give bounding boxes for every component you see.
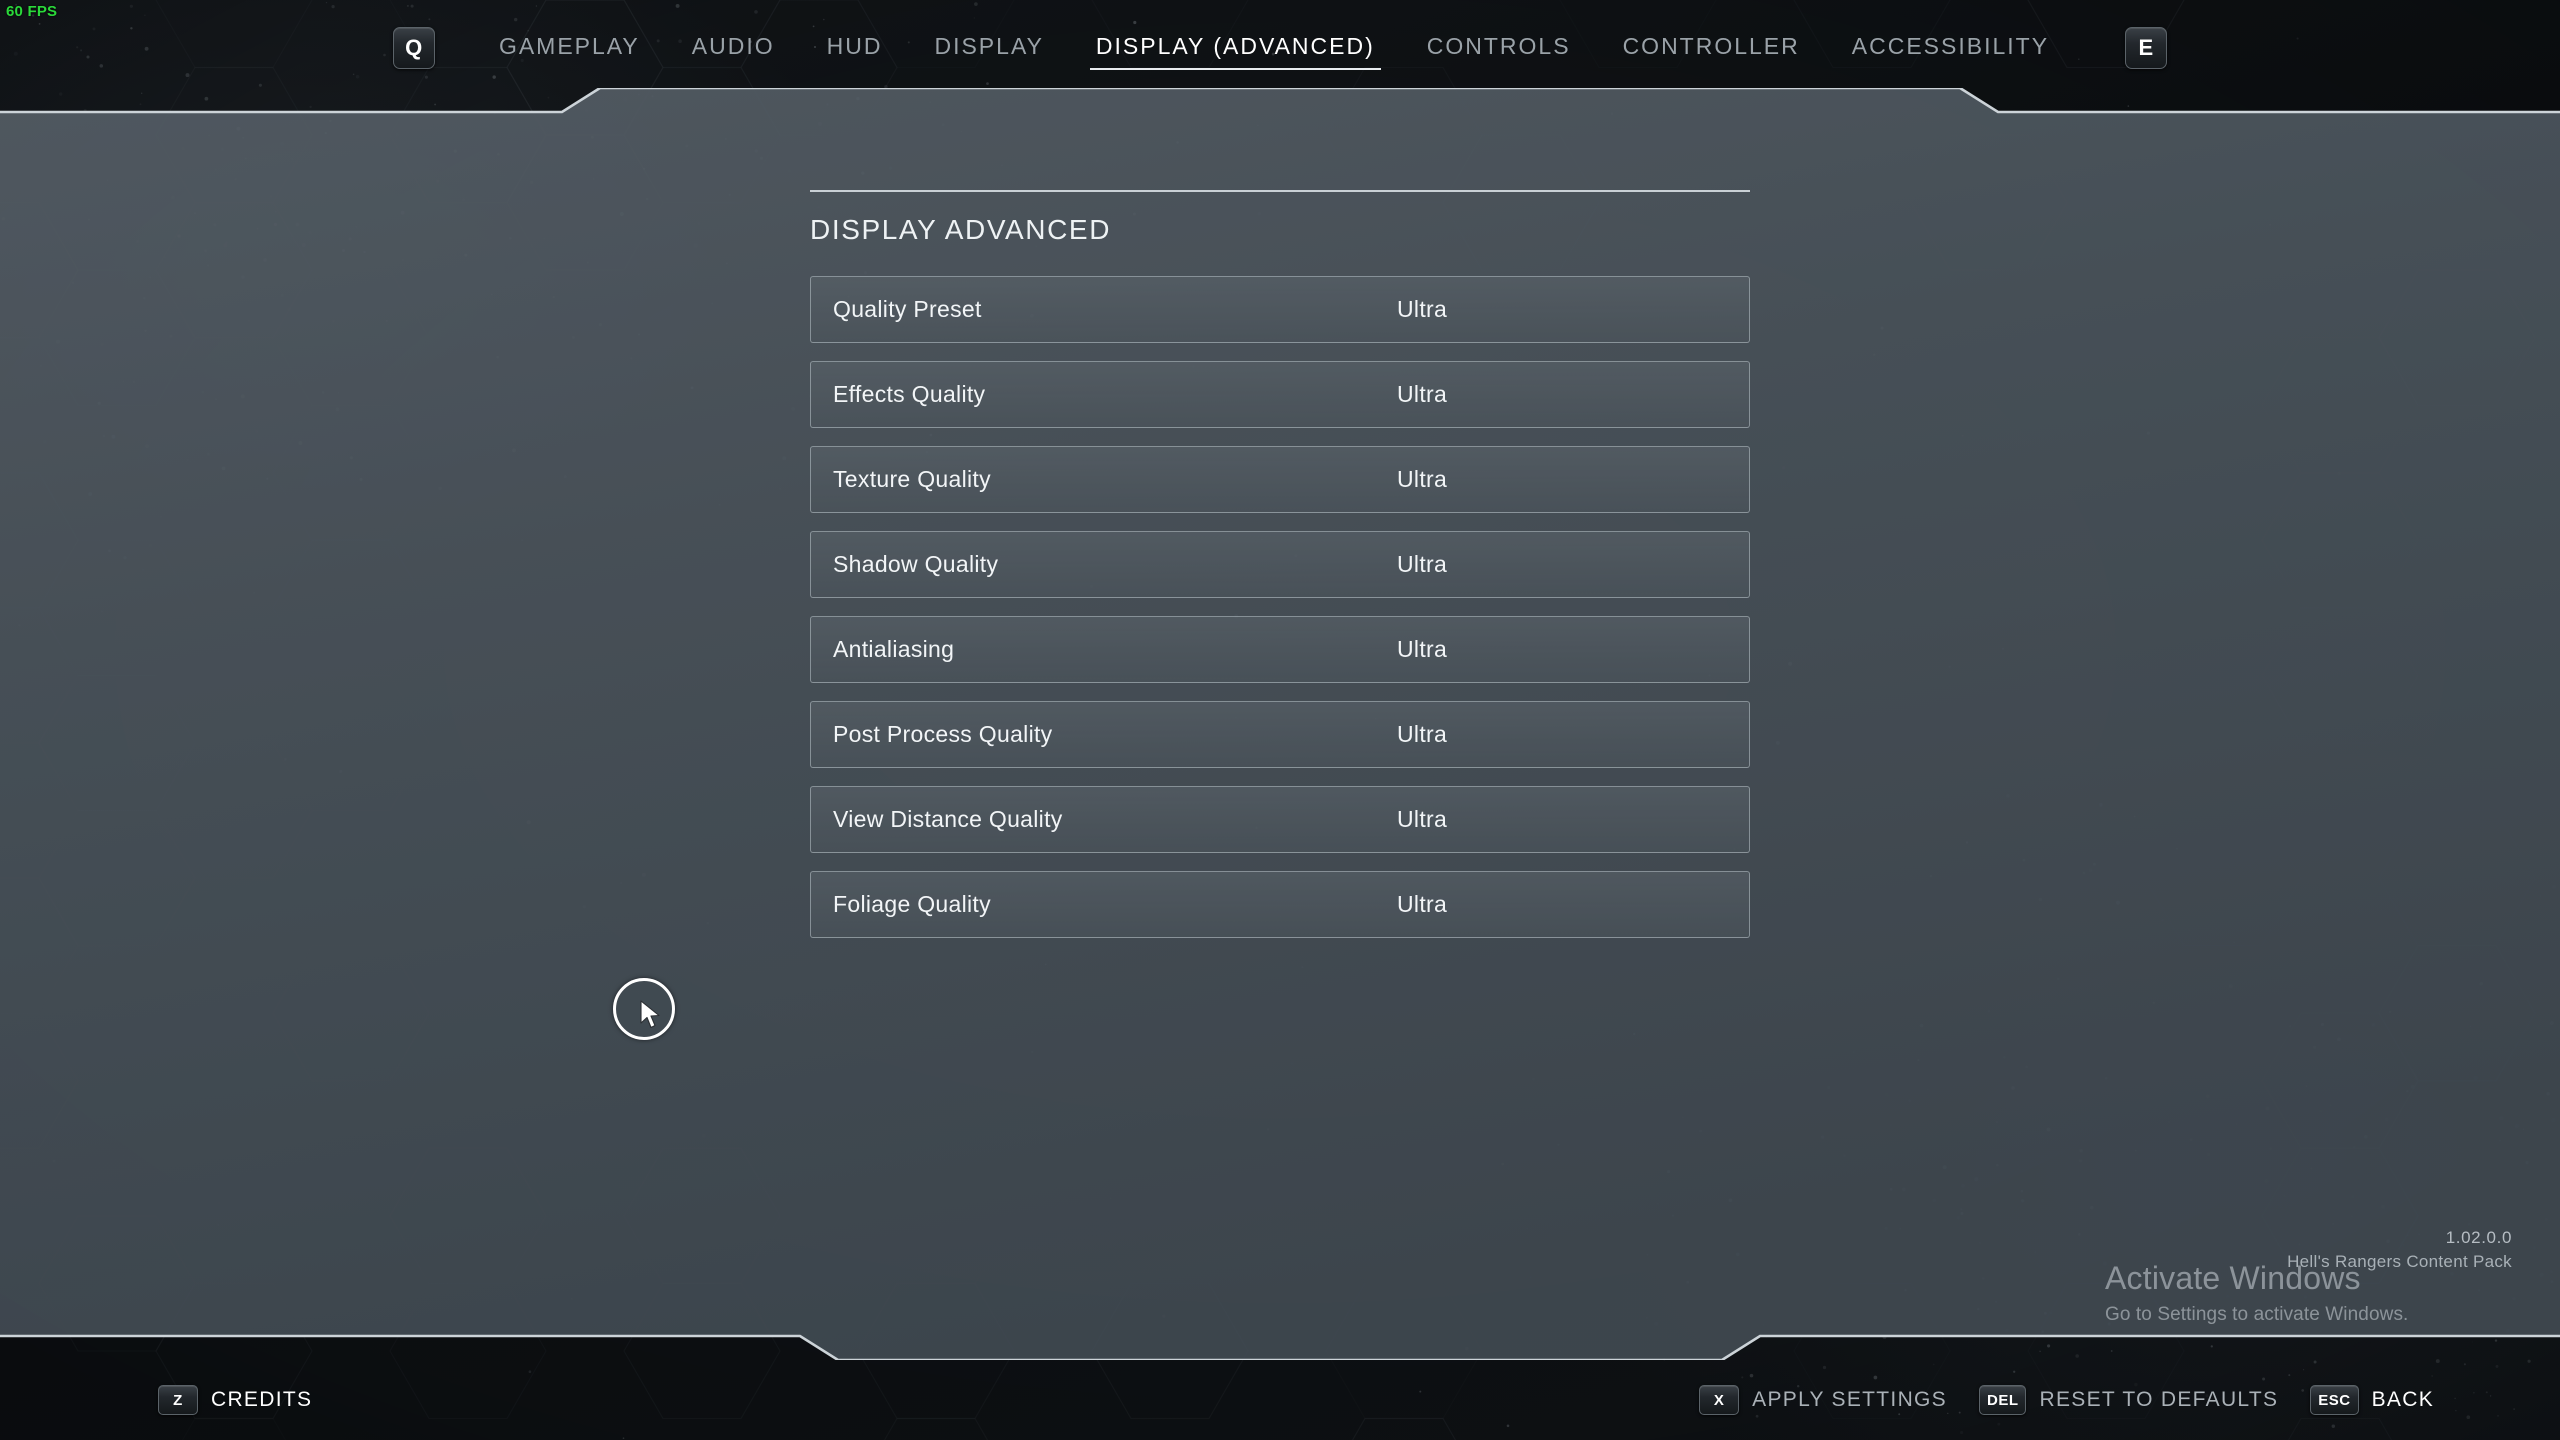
setting-value: Ultra: [1397, 466, 1448, 492]
tab-controls[interactable]: CONTROLS: [1401, 27, 1597, 70]
setting-label: Foliage Quality: [833, 891, 991, 917]
tab-display-advanced[interactable]: DISPLAY (ADVANCED): [1070, 27, 1401, 70]
page-title: DISPLAY ADVANCED: [810, 214, 1112, 245]
setting-label: View Distance Quality: [833, 806, 1063, 832]
setting-value: Ultra: [1397, 891, 1448, 917]
footer-left-hints: Z CREDITS: [158, 1385, 330, 1415]
content-pack-name: Hell's Rangers Content Pack: [2287, 1252, 2512, 1271]
setting-label: Shadow Quality: [833, 551, 999, 577]
tab-audio[interactable]: AUDIO: [666, 27, 801, 70]
settings-panel: DISPLAY ADVANCED Quality Preset Ultra Ef…: [810, 190, 1750, 956]
back-hint[interactable]: ESC BACK: [2310, 1385, 2434, 1415]
setting-value: Ultra: [1397, 636, 1448, 662]
setting-label: Quality Preset: [833, 296, 982, 322]
setting-value: Ultra: [1397, 551, 1448, 577]
reset-label: RESET TO DEFAULTS: [2039, 1388, 2279, 1411]
prev-tab-key-wrap[interactable]: Q: [392, 27, 435, 69]
version-info: 1.02.0.0 Hell's Rangers Content Pack: [2287, 1228, 2512, 1272]
setting-value: Ultra: [1397, 296, 1448, 322]
setting-value-slot[interactable]: Ultra: [1397, 702, 1727, 767]
setting-row-shadow-quality[interactable]: Shadow Quality Ultra: [810, 531, 1750, 598]
setting-value-slot[interactable]: Ultra: [1397, 872, 1727, 937]
setting-value: Ultra: [1397, 721, 1448, 747]
settings-list: Quality Preset Ultra Effects Quality Ult…: [810, 276, 1750, 938]
next-tab-keycap[interactable]: E: [2125, 27, 2168, 69]
settings-tab-bar: Q GAMEPLAY AUDIO HUD DISPLAY DISPLAY (AD…: [0, 0, 2560, 96]
setting-row-texture-quality[interactable]: Texture Quality Ultra: [810, 446, 1750, 513]
setting-value: Ultra: [1397, 381, 1448, 407]
game-settings-screen: 60 FPS Q GAMEPLAY AUDIO HUD DISPLAY DISP…: [0, 0, 2560, 1440]
next-tab-key-wrap[interactable]: E: [2125, 27, 2168, 69]
setting-row-quality-preset[interactable]: Quality Preset Ultra: [810, 276, 1750, 343]
setting-label: Antialiasing: [833, 636, 955, 662]
footer-right-hints: X APPLY SETTINGS DEL RESET TO DEFAULTS E…: [1699, 1385, 2452, 1415]
tab-accessibility[interactable]: ACCESSIBILITY: [1826, 27, 2075, 70]
reset-defaults-hint[interactable]: DEL RESET TO DEFAULTS: [1978, 1385, 2279, 1415]
apply-settings-hint[interactable]: X APPLY SETTINGS: [1699, 1385, 1947, 1415]
back-label: BACK: [2371, 1388, 2434, 1411]
back-keycap[interactable]: ESC: [2310, 1385, 2359, 1415]
tab-display[interactable]: DISPLAY: [908, 27, 1069, 70]
setting-label: Post Process Quality: [833, 721, 1053, 747]
setting-value-slot[interactable]: Ultra: [1397, 532, 1727, 597]
prev-tab-keycap[interactable]: Q: [392, 27, 435, 69]
reset-keycap[interactable]: DEL: [1978, 1385, 2027, 1415]
setting-row-post-process-quality[interactable]: Post Process Quality Ultra: [810, 701, 1750, 768]
setting-row-antialiasing[interactable]: Antialiasing Ultra: [810, 616, 1750, 683]
setting-row-view-distance-quality[interactable]: View Distance Quality Ultra: [810, 786, 1750, 853]
tab-gameplay[interactable]: GAMEPLAY: [473, 27, 666, 70]
credits-keycap[interactable]: Z: [158, 1385, 198, 1415]
apply-keycap[interactable]: X: [1699, 1385, 1740, 1415]
credits-label: CREDITS: [211, 1388, 313, 1411]
setting-value-slot[interactable]: Ultra: [1397, 447, 1727, 512]
setting-value-slot[interactable]: Ultra: [1397, 617, 1727, 682]
setting-value-slot[interactable]: Ultra: [1397, 362, 1727, 427]
panel-top-rule: [810, 190, 1750, 192]
credits-hint[interactable]: Z CREDITS: [158, 1385, 312, 1415]
tab-hud[interactable]: HUD: [801, 27, 909, 70]
setting-row-effects-quality[interactable]: Effects Quality Ultra: [810, 361, 1750, 428]
setting-value: Ultra: [1397, 806, 1448, 832]
apply-label: APPLY SETTINGS: [1752, 1388, 1947, 1411]
setting-value-slot[interactable]: Ultra: [1397, 787, 1727, 852]
version-number: 1.02.0.0: [2445, 1228, 2512, 1247]
setting-row-foliage-quality[interactable]: Foliage Quality Ultra: [810, 871, 1750, 938]
setting-label: Effects Quality: [833, 381, 986, 407]
footer-hint-bar: Z CREDITS X APPLY SETTINGS DEL RESET TO …: [0, 1360, 2560, 1440]
watermark-subtitle: Go to Settings to activate Windows.: [2105, 1303, 2409, 1325]
tab-controller[interactable]: CONTROLLER: [1597, 27, 1826, 70]
setting-label: Texture Quality: [833, 466, 991, 492]
setting-value-slot[interactable]: Ultra: [1397, 277, 1727, 342]
